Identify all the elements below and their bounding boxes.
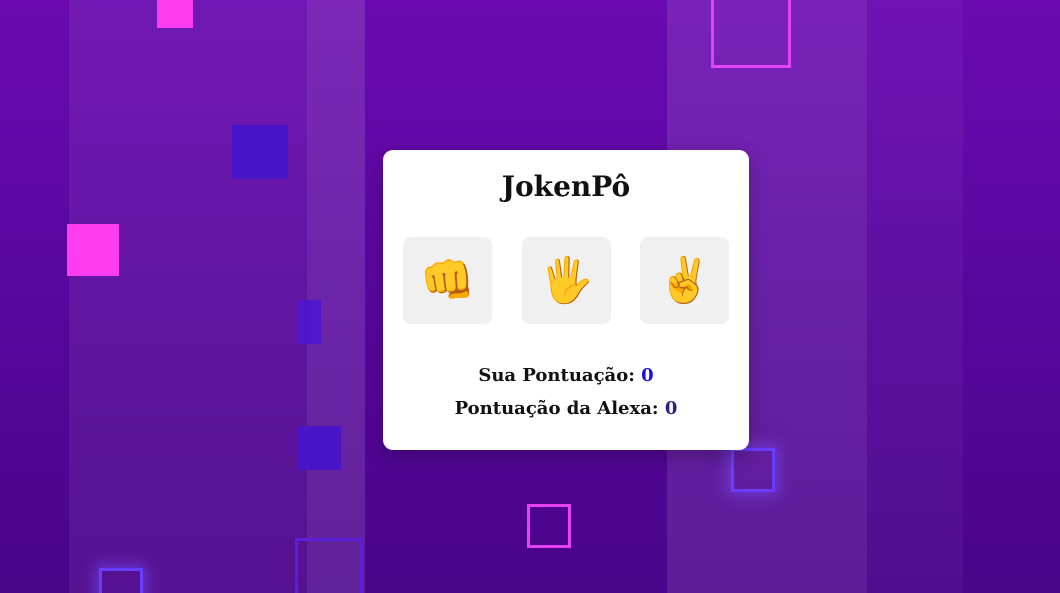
background-stripe [867,0,963,593]
game-card: JokenPô 👊 🖐 ✌️ Sua Pontuação: 0 Pontuaçã… [383,150,749,450]
alexa-score-value: 0 [664,398,678,419]
paper-button[interactable]: 🖐 [522,237,611,324]
alexa-score-line: Pontuação da Alexa: 0 [383,398,749,419]
player-score-label: Sua Pontuação: [478,365,635,386]
game-title: JokenPô [501,170,631,203]
victory-hand-icon: ✌️ [657,254,712,306]
background-stripe [69,0,307,593]
player-score-line: Sua Pontuação: 0 [383,365,749,386]
decorative-square-outline [527,504,571,548]
decorative-square [297,426,341,470]
scissors-button[interactable]: ✌️ [640,237,729,324]
decorative-square-outline [711,0,791,68]
background-stripe [307,0,365,593]
decorative-square-outline [99,568,143,593]
decorative-square [297,300,321,344]
alexa-score-label: Pontuação da Alexa: [454,398,659,419]
decorative-square [67,224,119,276]
fist-icon: 👊 [420,254,475,306]
rock-button[interactable]: 👊 [403,237,492,324]
decorative-square [232,125,288,179]
decorative-square-outline [295,538,363,593]
decorative-square [157,0,193,28]
player-score-value: 0 [641,365,654,386]
decorative-square-outline [731,448,775,492]
open-hand-icon: 🖐 [539,254,594,306]
